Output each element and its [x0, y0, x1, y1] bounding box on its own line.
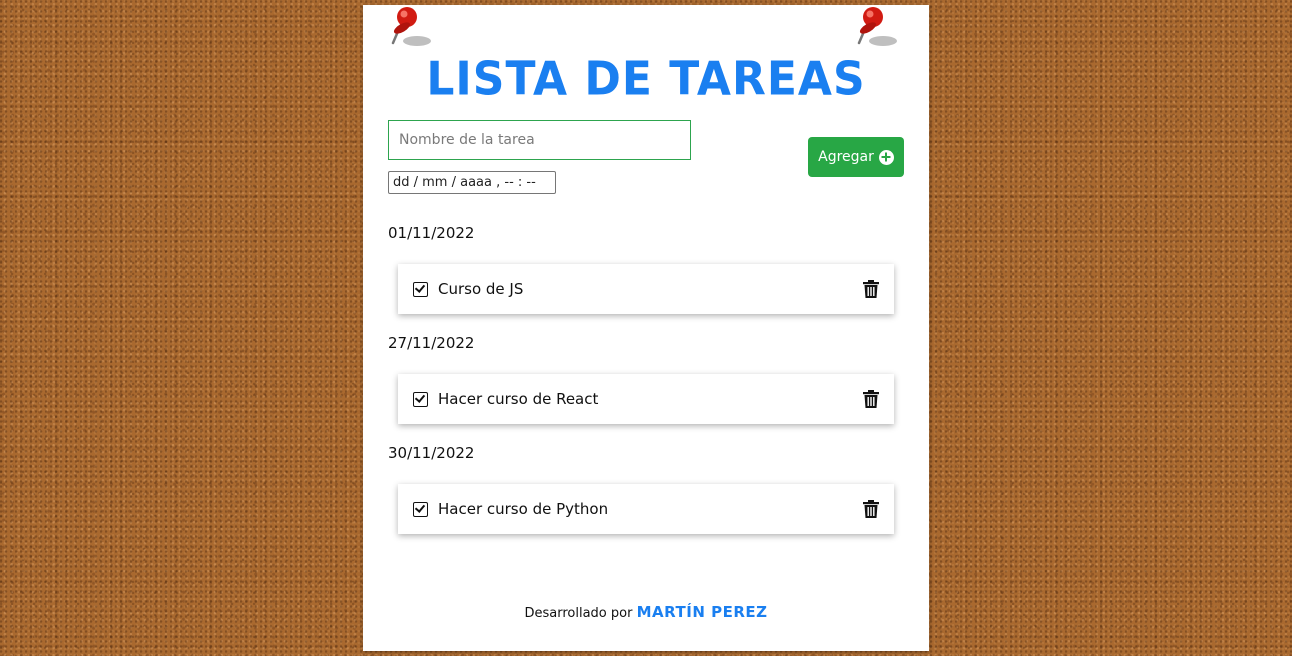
datetime-input[interactable]: dd / mm / aaaa , -- : --	[388, 171, 556, 194]
plus-circle-icon	[878, 149, 894, 165]
task-label: Hacer curso de React	[438, 390, 599, 408]
trash-icon[interactable]	[863, 280, 879, 298]
footer-prefix: Desarrollado por	[524, 606, 633, 621]
group-date: 30/11/2022	[388, 444, 475, 462]
task-item: Curso de JS	[398, 264, 894, 314]
task-name-input[interactable]	[388, 120, 691, 160]
footer: Desarrollado por MARTÍN PEREZ	[363, 603, 929, 621]
task-item: Hacer curso de React	[398, 374, 894, 424]
check-square-icon[interactable]	[413, 501, 428, 517]
check-square-icon[interactable]	[413, 281, 428, 297]
group-date: 27/11/2022	[388, 334, 475, 352]
page-title: LISTA DE TAREAS	[426, 52, 866, 107]
paper-note: LISTA DE TAREAS dd / mm / aaaa , -- : --…	[363, 5, 929, 651]
group-date: 01/11/2022	[388, 224, 475, 242]
add-button-label: Agregar	[818, 149, 874, 165]
add-task-button[interactable]: Agregar	[808, 137, 904, 177]
trash-icon[interactable]	[863, 500, 879, 518]
author-link[interactable]: MARTÍN PEREZ	[637, 603, 768, 621]
trash-icon[interactable]	[863, 390, 879, 408]
task-label: Curso de JS	[438, 280, 524, 298]
check-square-icon[interactable]	[413, 391, 428, 407]
task-label: Hacer curso de Python	[438, 500, 609, 518]
pushpin-icon	[391, 7, 431, 46]
pushpin-icon	[857, 7, 897, 46]
task-item: Hacer curso de Python	[398, 484, 894, 534]
